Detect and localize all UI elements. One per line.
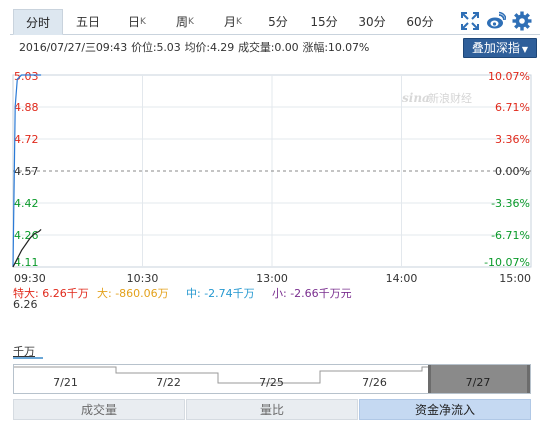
tab-label: 五日 bbox=[75, 15, 100, 29]
y-axis-price-label: 4.88 bbox=[14, 101, 39, 114]
quote-volume: 成交量:0.00 bbox=[238, 41, 299, 54]
x-axis-time-label: 13:00 bbox=[256, 272, 288, 285]
tab-monthly-k[interactable]: 月K bbox=[209, 9, 257, 35]
tab-label: 5分 bbox=[268, 15, 288, 29]
y-axis-percent-label: 10.07% bbox=[488, 70, 530, 83]
tab-sup: K bbox=[188, 17, 194, 27]
fund-flow-legend: 特大: 6.26千万 大: -860.06万 中: -2.74千万 小: -2.… bbox=[13, 285, 533, 300]
nav-date-0[interactable]: 7/21 bbox=[14, 365, 117, 393]
tab-5min[interactable]: 5分 bbox=[257, 9, 299, 35]
nav-date-2[interactable]: 7/25 bbox=[220, 365, 323, 393]
tab-30min[interactable]: 30分 bbox=[349, 9, 395, 35]
weibo-icon[interactable] bbox=[486, 11, 506, 31]
y-axis-percent-label: -6.71% bbox=[491, 229, 530, 242]
watermark-text: 新浪财经 bbox=[428, 91, 472, 105]
tab-label: 月 bbox=[224, 15, 237, 29]
y-axis-price-label: 4.26 bbox=[14, 229, 39, 242]
y-axis-percent-label: -3.36% bbox=[491, 197, 530, 210]
y-axis-percent-label: 0.00% bbox=[495, 165, 530, 178]
y-axis-price-label: 4.57 bbox=[14, 165, 39, 178]
x-axis-time-label: 10:30 bbox=[127, 272, 159, 285]
quote-datetime: 2016/07/27/三09:43 bbox=[19, 41, 128, 54]
overlay-index-label: 叠加深指 bbox=[471, 41, 520, 55]
subchart-max-value: 6.26 bbox=[13, 298, 38, 311]
tab-sup: K bbox=[140, 17, 146, 27]
y-axis-percent-label: 6.71% bbox=[495, 101, 530, 114]
tab-intraday[interactable]: 分时 bbox=[13, 9, 63, 35]
x-axis-time-label: 14:00 bbox=[386, 272, 418, 285]
sina-logo-watermark: sina bbox=[402, 91, 430, 105]
nav-date-4[interactable]: 7/27 bbox=[426, 365, 530, 393]
y-axis-percent-label: 3.36% bbox=[495, 133, 530, 146]
tab-label: 日 bbox=[128, 15, 141, 29]
tab-weekly-k[interactable]: 周K bbox=[161, 9, 209, 35]
legend-large-orders: 大: -860.06万 bbox=[97, 287, 169, 300]
tab-label: 分时 bbox=[25, 16, 50, 30]
legend-medium-orders: 中: -2.74千万 bbox=[186, 287, 255, 300]
tab-volume-ratio[interactable]: 量比 bbox=[186, 399, 358, 420]
y-axis-price-label: 4.42 bbox=[14, 197, 39, 210]
indicator-tabs: 成交量 量比 资金净流入 bbox=[13, 399, 531, 420]
period-tab-bar: 分时 五日 日K 周K 月K 5分 15分 30分 60分 bbox=[10, 5, 540, 35]
quote-average: 均价:4.29 bbox=[184, 41, 235, 54]
quote-price: 价位:5.03 bbox=[131, 41, 181, 54]
x-axis-time-label: 15:00 bbox=[499, 272, 531, 285]
date-navigator[interactable]: 7/21 7/22 7/25 7/26 7/27 bbox=[13, 364, 531, 394]
fullscreen-icon[interactable] bbox=[460, 11, 480, 31]
tab-label: 周 bbox=[176, 15, 189, 29]
x-axis-time-label: 09:30 bbox=[14, 272, 46, 285]
tab-five-day[interactable]: 五日 bbox=[63, 9, 113, 35]
tab-label: 15分 bbox=[310, 15, 338, 29]
tab-net-capital-inflow[interactable]: 资金净流入 bbox=[359, 399, 531, 420]
y-axis-percent-label: -10.07% bbox=[484, 256, 530, 269]
gear-icon[interactable] bbox=[512, 11, 532, 31]
quote-info-line: 2016/07/27/三09:43 价位:5.03 均价:4.29 成交量:0.00 涨… bbox=[19, 39, 373, 57]
nav-date-3[interactable]: 7/26 bbox=[323, 365, 426, 393]
tab-volume[interactable]: 成交量 bbox=[13, 399, 185, 420]
tab-60min[interactable]: 60分 bbox=[395, 9, 445, 35]
subchart-unit-underline bbox=[13, 357, 43, 359]
tab-15min[interactable]: 15分 bbox=[299, 9, 349, 35]
tab-daily-k[interactable]: 日K bbox=[113, 9, 161, 35]
tab-label: 60分 bbox=[406, 15, 434, 29]
intraday-chart: 5.03 10.07%4.88 6.71%4.72 3.36%4.57 0.00%4.4… bbox=[12, 70, 532, 285]
y-axis-price-label: 4.72 bbox=[14, 133, 39, 146]
quote-change: 涨幅:10.07% bbox=[302, 41, 370, 54]
tab-label: 30分 bbox=[358, 15, 386, 29]
nav-date-1[interactable]: 7/22 bbox=[117, 365, 220, 393]
overlay-index-button[interactable]: 叠加深指 ▼ bbox=[463, 38, 537, 58]
tab-sup: K bbox=[236, 17, 242, 27]
caret-down-icon: ▼ bbox=[521, 45, 529, 54]
legend-small-orders: 小: -2.66千万元 bbox=[272, 287, 352, 300]
